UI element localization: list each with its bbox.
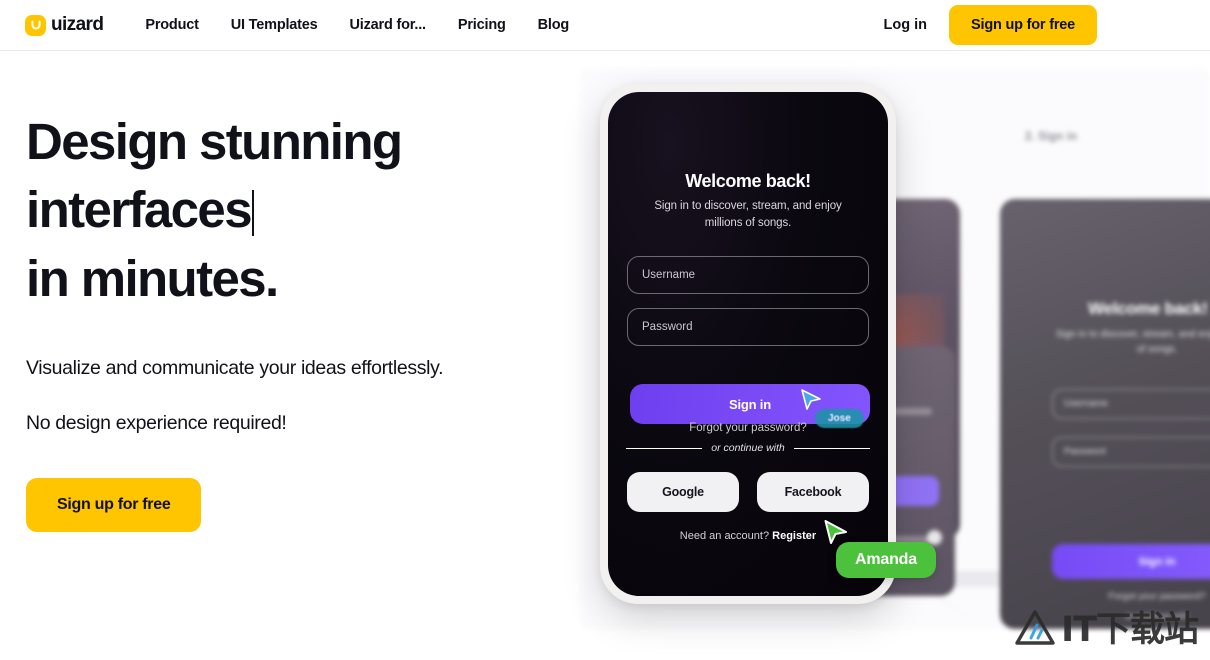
watermark-text: IT下载站 [1061, 610, 1199, 650]
need-account-text: Need an account? [679, 530, 770, 542]
brand-name: uizard [51, 14, 104, 35]
canvas-step-label: 2. Sign in [1025, 131, 1078, 143]
nav-item-product[interactable]: Product [145, 17, 199, 33]
canvas-mini-subtitle: Sign in to discover, stream, and enjoy m… [1055, 329, 1210, 355]
google-signin-button[interactable]: Google [627, 472, 739, 512]
headline-line-3: in minutes. [26, 249, 279, 307]
page-title: Design stunning interfaces in minutes. [26, 108, 546, 313]
hero-signup-button[interactable]: Sign up for free [26, 478, 202, 533]
canvas-mini-password-label: Password [1064, 446, 1106, 457]
nav-item-uizard-for[interactable]: Uizard for... [350, 17, 427, 33]
nav-item-pricing[interactable]: Pricing [458, 17, 506, 33]
divider-rule-left [626, 447, 703, 449]
headline-line-2: interfaces [26, 181, 253, 239]
divider-rule-right [793, 447, 871, 449]
headline-line-1: Design stunning [26, 113, 403, 170]
nav-item-blog[interactable]: Blog [538, 17, 570, 33]
hero-paragraph-2: No design experience required! [26, 412, 287, 435]
facebook-signin-button[interactable]: Facebook [757, 472, 869, 512]
nav-actions: Log in Sign up for free [884, 5, 1097, 45]
social-divider: or continue with [626, 440, 871, 456]
username-placeholder: Username [642, 269, 696, 281]
mockup-subtitle: Sign in to discover, stream, and enjoy m… [654, 200, 842, 230]
nav-signup-button[interactable]: Sign up for free [949, 5, 1097, 45]
canvas-mini-username-label: Username [1064, 398, 1108, 409]
canvas-mini-forgot: Forgot your password? [1108, 591, 1206, 602]
canvas-mini-signin-button: Sign in [1052, 544, 1210, 579]
password-placeholder: Password [642, 321, 693, 333]
uizard-smile-icon [25, 14, 46, 36]
login-link[interactable]: Log in [884, 17, 928, 33]
password-input[interactable]: Password [627, 308, 869, 346]
hero-copy-column: Design stunning interfaces in minutes. V… [26, 108, 546, 533]
top-navigation-bar: uizard Product UI Templates Uizard for..… [0, 0, 1210, 51]
username-input[interactable]: Username [627, 256, 869, 294]
text-caret-icon [251, 190, 254, 237]
collaborator-name-tag: Amanda [836, 542, 936, 578]
canvas-mini-username-field: Username [1052, 389, 1210, 419]
canvas-mini-password-field: Password [1052, 437, 1210, 467]
divider-label: or continue with [711, 442, 785, 454]
site-watermark: IT下载站 [1014, 609, 1199, 652]
brand-logo[interactable]: uizard [25, 14, 104, 36]
mockup-title: Welcome back! [685, 171, 811, 191]
register-link[interactable]: Register [772, 530, 816, 542]
canvas-mini-title: Welcome back! [1088, 299, 1208, 318]
hero-visual-column: 2. Sign in lloX Welcome back! Sign in to… [560, 51, 1210, 660]
canvas-card-signin-copy: Welcome back! Sign in to discover, strea… [1000, 199, 1210, 629]
collaborator-name-tag: Jose [815, 409, 864, 428]
social-buttons-row: Google Facebook [627, 472, 869, 512]
triangle-logo-icon [1014, 609, 1056, 652]
hero-paragraph-1: Visualize and communicate your ideas eff… [26, 356, 444, 379]
phone-mockup: Welcome back! Sign in to discover, strea… [600, 84, 896, 604]
primary-nav-links: Product UI Templates Uizard for... Prici… [145, 17, 569, 33]
nav-item-ui-templates[interactable]: UI Templates [231, 17, 318, 33]
